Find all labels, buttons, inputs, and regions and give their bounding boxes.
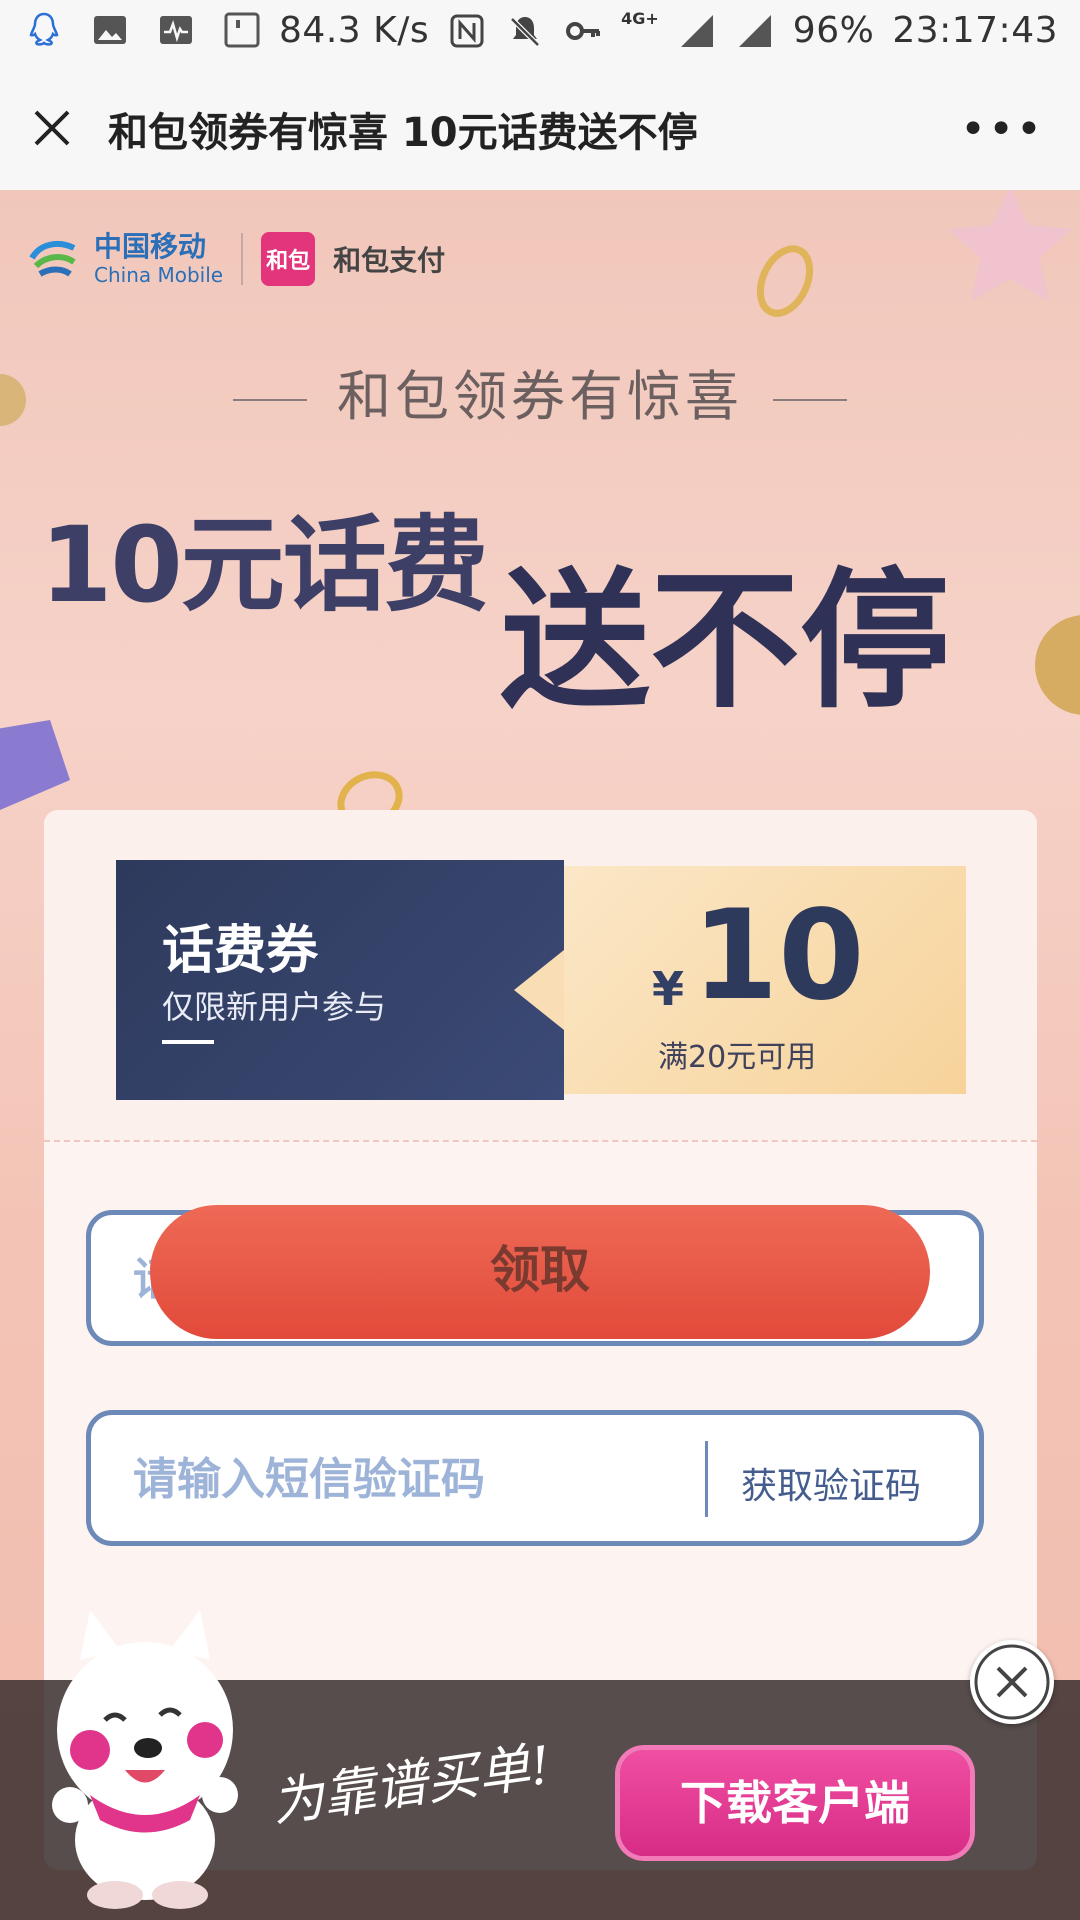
hero-headline-amount: 10元话费 <box>40 504 489 626</box>
china-mobile-en: China Mobile <box>94 263 224 287</box>
clock: 23:17:43 <box>892 10 1058 51</box>
gold-ball-right-decoration <box>1035 615 1080 715</box>
hebao-name: 和包支付 <box>333 244 446 277</box>
ad-slogan: 为靠谱买单! <box>267 1735 555 1835</box>
close-icon[interactable] <box>28 104 76 152</box>
coupon-divider <box>44 1140 1037 1142</box>
more-menu-icon[interactable]: ••• <box>960 104 1044 155</box>
logo-divider <box>241 233 244 285</box>
purple-shape-decoration <box>0 720 70 810</box>
subtitle-line-left <box>233 399 307 402</box>
china-mobile-logo: 中国移动 China Mobile <box>26 230 223 288</box>
gallery-icon <box>94 16 126 44</box>
coupon-label-panel: 话费券 仅限新用户参与 <box>116 860 564 1100</box>
hero-subtitle: 和包领券有惊喜 <box>0 352 1080 431</box>
ad-close-icon[interactable] <box>970 1640 1054 1724</box>
hero-subtitle-text: 和包领券有惊喜 <box>337 365 743 428</box>
star-balloon-decoration <box>948 190 1072 301</box>
brand-logos: 中国移动 China Mobile 和包 和包支付 <box>26 230 445 288</box>
china-mobile-icon <box>29 240 76 277</box>
hero-headline-slogan: 送不停 <box>500 553 951 729</box>
nfc-icon <box>450 14 484 47</box>
sms-code-field[interactable]: 获取验证码 <box>86 1410 984 1546</box>
coupon-condition: 满20元可用 <box>658 1040 817 1075</box>
coupon-dash <box>162 1040 214 1044</box>
signal-icon <box>680 14 713 47</box>
mute-icon <box>510 16 540 47</box>
coupon-subtitle: 仅限新用户参与 <box>162 988 387 1026</box>
network-speed: 84.3 K/s <box>279 10 430 51</box>
key-icon <box>566 21 601 40</box>
network-type: 4G+ <box>621 9 659 28</box>
title-bar: 和包领券有惊喜 10元话费送不停 ••• <box>0 64 1080 191</box>
page-title: 和包领券有惊喜 10元话费送不停 <box>108 110 698 156</box>
subtitle-line-right <box>773 399 847 402</box>
status-bar: 84.3 K/s 4G+ 96% 23:17:43 <box>0 0 1080 64</box>
coupon-amount: 10 <box>692 884 865 1028</box>
hebao-logo: 和包 <box>261 232 316 286</box>
code-divider <box>705 1441 708 1517</box>
coupon-currency: ¥ <box>652 962 685 1016</box>
qq-icon <box>29 12 59 46</box>
coupon-notch <box>514 950 564 1030</box>
claim-button[interactable]: 领取 <box>150 1205 930 1339</box>
coupon-title: 话费券 <box>162 921 319 981</box>
coupon-area: 话费券 仅限新用户参与 ¥ 10 满20元可用 <box>44 810 1037 1140</box>
download-app-button[interactable]: 下载客户端 <box>620 1750 970 1856</box>
china-mobile-cn: 中国移动 <box>94 230 207 263</box>
sms-code-input[interactable] <box>131 1415 695 1543</box>
signal-2-icon <box>738 14 771 47</box>
mascot-dog-icon <box>52 1610 238 1909</box>
get-code-button[interactable]: 获取验证码 <box>741 1457 921 1509</box>
sim-icon <box>224 12 260 48</box>
coupon-value-panel: ¥ 10 满20元可用 <box>564 866 966 1094</box>
battery-level: 96% <box>792 10 875 51</box>
activity-icon <box>160 16 192 44</box>
gold-ring-decoration <box>756 245 814 317</box>
